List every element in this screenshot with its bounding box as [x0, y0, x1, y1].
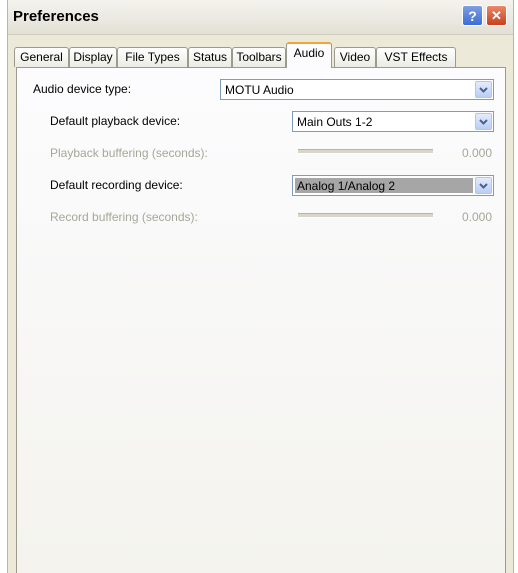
title-bar[interactable]: Preferences ? ✕: [8, 0, 513, 35]
help-button[interactable]: ?: [462, 5, 483, 26]
tab-display[interactable]: Display: [69, 47, 117, 67]
tab-video[interactable]: Video: [334, 47, 376, 67]
record-buffer-label: Record buffering (seconds):: [50, 210, 198, 224]
tab-audio[interactable]: Audio: [286, 42, 332, 68]
tab-status[interactable]: Status: [188, 47, 232, 67]
window-title: Preferences: [13, 8, 99, 25]
tab-general[interactable]: General: [14, 47, 69, 67]
tab-vst-effects[interactable]: VST Effects: [376, 47, 456, 67]
audio-device-type-select[interactable]: MOTU Audio: [220, 79, 494, 100]
playback-device-value: Main Outs 1-2: [297, 115, 373, 129]
help-icon: ?: [468, 7, 477, 24]
playback-buffer-slider: [298, 149, 433, 154]
recording-device-label: Default recording device:: [50, 178, 183, 192]
audio-device-type-value: MOTU Audio: [225, 83, 294, 97]
recording-device-value: Analog 1/Analog 2: [297, 179, 396, 193]
playback-buffer-label: Playback buffering (seconds):: [50, 146, 208, 160]
audio-device-type-label: Audio device type:: [33, 82, 132, 96]
playback-device-label: Default playback device:: [50, 114, 181, 128]
audio-panel: Audio device type: MOTU Audio Default pl…: [16, 67, 506, 573]
close-icon: ✕: [491, 7, 502, 23]
preferences-window: Preferences ? ✕ General Display File Typ…: [7, 0, 514, 573]
playback-buffer-value: 0.000: [461, 146, 492, 160]
tab-strip: General Display File Types Status Toolba…: [14, 42, 509, 68]
chevron-down-icon[interactable]: [475, 177, 492, 194]
tab-file-types[interactable]: File Types: [117, 47, 188, 67]
recording-device-select[interactable]: Analog 1/Analog 2: [292, 175, 494, 196]
close-button[interactable]: ✕: [486, 5, 507, 26]
tab-toolbars[interactable]: Toolbars: [232, 47, 286, 67]
record-buffer-value: 0.000: [461, 210, 492, 224]
record-buffer-slider: [298, 213, 433, 218]
chevron-down-icon[interactable]: [475, 113, 492, 130]
chevron-down-icon[interactable]: [475, 81, 492, 98]
playback-device-select[interactable]: Main Outs 1-2: [292, 111, 494, 132]
